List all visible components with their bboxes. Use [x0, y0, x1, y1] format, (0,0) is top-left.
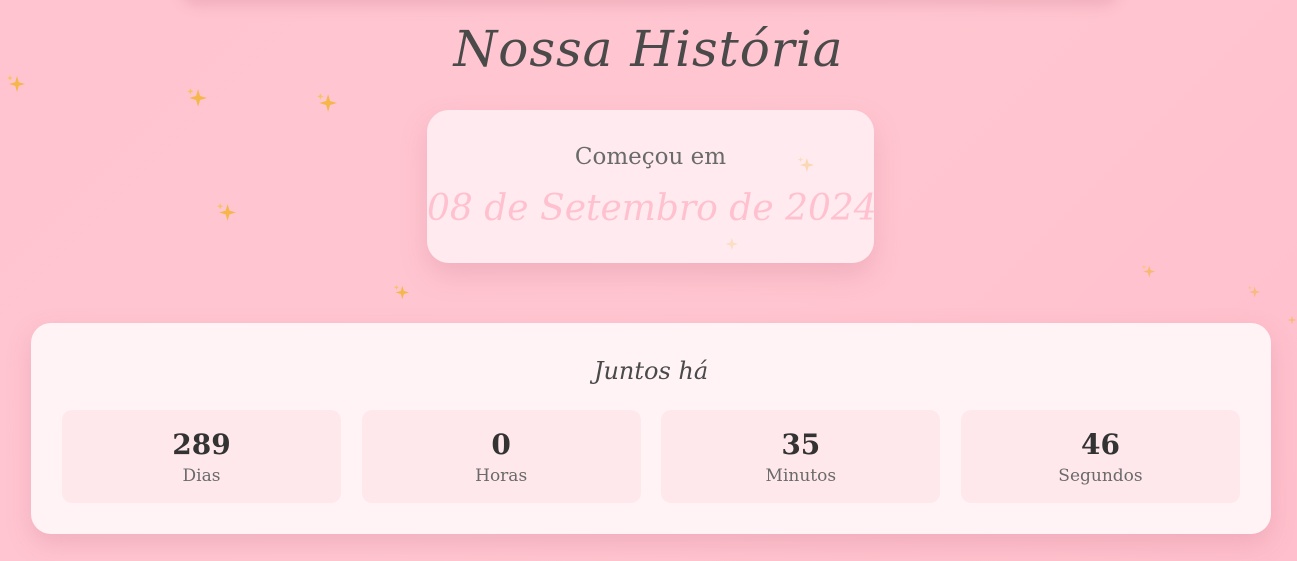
sparkles-icon — [723, 236, 743, 256]
counter-unit-minutes: 35 Minutos — [661, 410, 941, 503]
together-counter-card: Juntos há 289 Dias 0 Horas 35 Minutos 46… — [31, 323, 1271, 534]
sparkles-icon — [6, 74, 26, 94]
start-date-card: Começou em 08 de Setembro de 2024 — [427, 110, 877, 263]
days-value: 289 — [172, 428, 231, 461]
page-title: Nossa História — [453, 20, 844, 78]
counter-unit-hours: 0 Horas — [361, 410, 641, 503]
seconds-value: 46 — [1080, 428, 1120, 461]
sparkles-icon — [1247, 285, 1267, 305]
counter-unit-seconds: 46 Segundos — [960, 410, 1240, 503]
sparkles-icon — [216, 202, 236, 222]
sparkles-icon — [316, 92, 337, 112]
sparkles-icon — [797, 156, 817, 176]
minutes-value: 35 — [781, 428, 821, 461]
counter-units: 289 Dias 0 Horas 35 Minutos 46 Segundos — [62, 410, 1240, 503]
sparkles-icon — [186, 87, 207, 107]
counter-unit-days: 289 Dias — [62, 410, 341, 503]
minutes-label: Minutos — [765, 466, 837, 486]
sparkles-icon — [1141, 264, 1161, 284]
days-label: Dias — [182, 466, 221, 486]
sparkles-icon — [1286, 313, 1297, 333]
counter-heading: Juntos há — [593, 357, 709, 385]
sparkles-icon — [393, 284, 413, 304]
seconds-label: Segundos — [1058, 466, 1143, 486]
hours-label: Horas — [475, 466, 528, 486]
hours-value: 0 — [491, 428, 511, 461]
start-date: 08 de Setembro de 2024 — [427, 188, 877, 229]
